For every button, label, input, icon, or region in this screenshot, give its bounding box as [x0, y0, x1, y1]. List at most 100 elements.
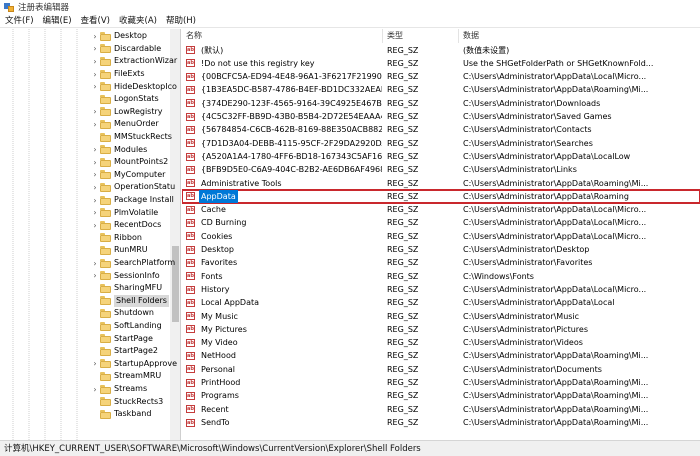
table-row[interactable]: ab {A520A1A4-1780-4FF6-BD18-167343C5AF16}… [182, 150, 700, 163]
tree-item[interactable]: Taskband [90, 408, 151, 421]
chevron-right-icon[interactable]: › [90, 43, 100, 55]
chevron-right-icon[interactable]: › [90, 118, 100, 130]
chevron-right-icon[interactable]: › [90, 156, 100, 168]
table-row[interactable]: ab Local AppData REG_SZ C:\Users\Administra… [182, 296, 700, 309]
chevron-right-icon[interactable]: › [90, 181, 100, 193]
table-row[interactable]: ab (默认) REG_SZ (数值未设置) [182, 44, 700, 57]
table-row[interactable]: ab History REG_SZ C:\Users\Administrator\Ap… [182, 283, 700, 296]
tree-item[interactable]: › FileExts [90, 68, 144, 81]
tree-item[interactable]: › LowRegistry [90, 106, 163, 119]
table-row[interactable]: ab Desktop REG_SZ C:\Users\Administrator\De… [182, 243, 700, 256]
tree-item[interactable]: › Package Install [90, 194, 174, 207]
tree-item[interactable]: StuckRects3 [90, 395, 163, 408]
value-data: C:\Users\Administrator\Searches [463, 138, 593, 148]
ab-string-value-icon: ab [186, 139, 195, 148]
registry-value-list[interactable]: 名称 类型 数据 ab (默认) REG_SZ (数值未设置) ab !Do not us… [182, 29, 700, 440]
table-row[interactable]: ab {374DE290-123F-4565-9164-39C4925E467B}… [182, 97, 700, 110]
tree-item[interactable]: › MenuOrder [90, 118, 159, 131]
table-row[interactable]: ab My Video REG_SZ C:\Users\Administrator\V… [182, 336, 700, 349]
tree-item[interactable]: › SearchPlatform [90, 257, 175, 270]
table-row[interactable]: ab Programs REG_SZ C:\Users\Administrator\A… [182, 389, 700, 402]
ab-string-value-icon: ab [186, 179, 195, 188]
tree-item[interactable]: › HideDesktopIco [90, 80, 177, 93]
tree-item[interactable]: › StartupApprove [90, 358, 177, 371]
table-row[interactable]: ab {7D1D3A04-DEBB-4115-95CF-2F29DA2920DA}… [182, 137, 700, 150]
chevron-right-icon[interactable]: › [90, 270, 100, 282]
folder-icon [100, 82, 111, 92]
tree-item[interactable]: › RecentDocs [90, 219, 161, 232]
tree-item[interactable]: › Discardable [90, 43, 161, 56]
tree-item[interactable]: Shell Folders [90, 294, 169, 308]
table-row[interactable]: ab {56784854-C6CB-462B-8169-88E350ACB882}… [182, 123, 700, 136]
tree-item[interactable]: › MyComputer [90, 169, 165, 182]
tree-item[interactable]: › Streams [90, 383, 147, 396]
menu-edit[interactable]: 编辑(E) [39, 14, 76, 28]
chevron-right-icon[interactable]: › [90, 358, 100, 370]
chevron-right-icon[interactable]: › [90, 257, 100, 269]
chevron-right-icon[interactable]: › [90, 383, 100, 395]
column-header-name[interactable]: 名称 [182, 29, 383, 43]
table-row[interactable]: ab CD Burning REG_SZ C:\Users\Administrator… [182, 216, 700, 229]
folder-icon [100, 384, 111, 394]
tree-item[interactable]: › SessionInfo [90, 269, 160, 282]
table-row[interactable]: ab SendTo REG_SZ C:\Users\Administrator\App… [182, 416, 700, 429]
tree-item[interactable]: › ExtractionWizar [90, 55, 177, 68]
table-row[interactable]: ab Cache REG_SZ C:\Users\Administrator\AppD… [182, 203, 700, 216]
column-header-data[interactable]: 数据 [459, 29, 700, 43]
table-row[interactable]: ab {1B3EA5DC-B587-4786-B4EF-BD1DC332AEAE}… [182, 83, 700, 96]
menu-help[interactable]: 帮助(H) [162, 14, 200, 28]
tree-item[interactable]: › OperationStatu [90, 181, 175, 194]
value-data: C:\Users\Administrator\Downloads [463, 98, 601, 108]
table-row[interactable]: ab Cookies REG_SZ C:\Users\Administrator\Ap… [182, 230, 700, 243]
tree-item[interactable]: StartPage [90, 332, 153, 345]
table-row[interactable]: ab Fonts REG_SZ C:\Windows\Fonts [182, 270, 700, 283]
tree-item[interactable]: MMStuckRects [90, 131, 172, 144]
tree-item[interactable]: › PlmVolatile [90, 206, 158, 219]
value-data: C:\Users\Administrator\AppData\Roaming\M… [463, 404, 649, 414]
chevron-right-icon[interactable]: › [90, 106, 100, 118]
table-row[interactable]: ab My Music REG_SZ C:\Users\Administrator\M… [182, 310, 700, 323]
column-header-type[interactable]: 类型 [383, 29, 459, 43]
tree-item[interactable]: LogonStats [90, 93, 159, 106]
chevron-right-icon[interactable]: › [90, 207, 100, 219]
table-row[interactable]: ab {4C5C32FF-BB9D-43B0-B5B4-2D72E54EAAA4}… [182, 110, 700, 123]
table-row[interactable]: ab AppData REG_SZ C:\Users\Administrator\Ap… [182, 188, 700, 205]
chevron-right-icon[interactable]: › [90, 144, 100, 156]
tree-item[interactable]: StreamMRU [90, 370, 161, 383]
chevron-right-icon[interactable]: › [90, 81, 100, 93]
table-row[interactable]: ab Administrative Tools REG_SZ C:\Users\Adm… [182, 177, 700, 190]
tree-item[interactable]: › Modules [90, 143, 147, 156]
value-data: C:\Users\Administrator\AppData\Local [463, 298, 615, 308]
registry-key-tree[interactable]: › Desktop › Discardable › ExtractionWizar › Fil… [0, 29, 181, 440]
menu-file[interactable]: 文件(F) [1, 14, 38, 28]
table-row[interactable]: ab My Pictures REG_SZ C:\Users\Administrato… [182, 323, 700, 336]
chevron-right-icon[interactable]: › [90, 194, 100, 206]
table-row[interactable]: ab {BFB9D5E0-C6A9-404C-B2B2-AE6DB6AF4968}… [182, 163, 700, 176]
table-row[interactable]: ab Personal REG_SZ C:\Users\Administrator\D… [182, 363, 700, 376]
tree-item-label: Desktop [114, 31, 147, 41]
menu-favorites[interactable]: 收藏夹(A) [115, 14, 161, 28]
tree-item[interactable]: StartPage2 [90, 345, 158, 358]
chevron-right-icon[interactable]: › [90, 68, 100, 80]
table-row[interactable]: ab Recent REG_SZ C:\Users\Administrator\App… [182, 403, 700, 416]
registry-editor-icon [4, 2, 14, 12]
chevron-right-icon[interactable]: › [90, 219, 100, 231]
tree-item[interactable]: Shutdown [90, 307, 154, 320]
folder-icon [100, 69, 111, 79]
chevron-right-icon[interactable]: › [90, 30, 100, 42]
tree-item[interactable]: RunMRU [90, 244, 148, 257]
menu-view[interactable]: 查看(V) [77, 14, 114, 28]
folder-icon [100, 409, 111, 419]
table-row[interactable]: ab NetHood REG_SZ C:\Users\Administrator\Ap… [182, 349, 700, 362]
tree-item[interactable]: SoftLanding [90, 320, 162, 333]
table-row[interactable]: ab {00BCFC5A-ED94-4E48-96A1-3F6217F21990}… [182, 70, 700, 83]
tree-item[interactable]: SharingMFU [90, 282, 162, 295]
tree-item[interactable]: › Desktop [90, 30, 147, 43]
chevron-right-icon[interactable]: › [90, 169, 100, 181]
chevron-right-icon[interactable]: › [90, 55, 100, 67]
table-row[interactable]: ab !Do not use this registry key REG_SZ Use… [182, 57, 700, 70]
table-row[interactable]: ab PrintHood REG_SZ C:\Users\Administrator\… [182, 376, 700, 389]
table-row[interactable]: ab Favorites REG_SZ C:\Users\Administrator\… [182, 256, 700, 269]
tree-item[interactable]: Ribbon [90, 232, 142, 245]
tree-item[interactable]: › MountPoints2 [90, 156, 168, 169]
